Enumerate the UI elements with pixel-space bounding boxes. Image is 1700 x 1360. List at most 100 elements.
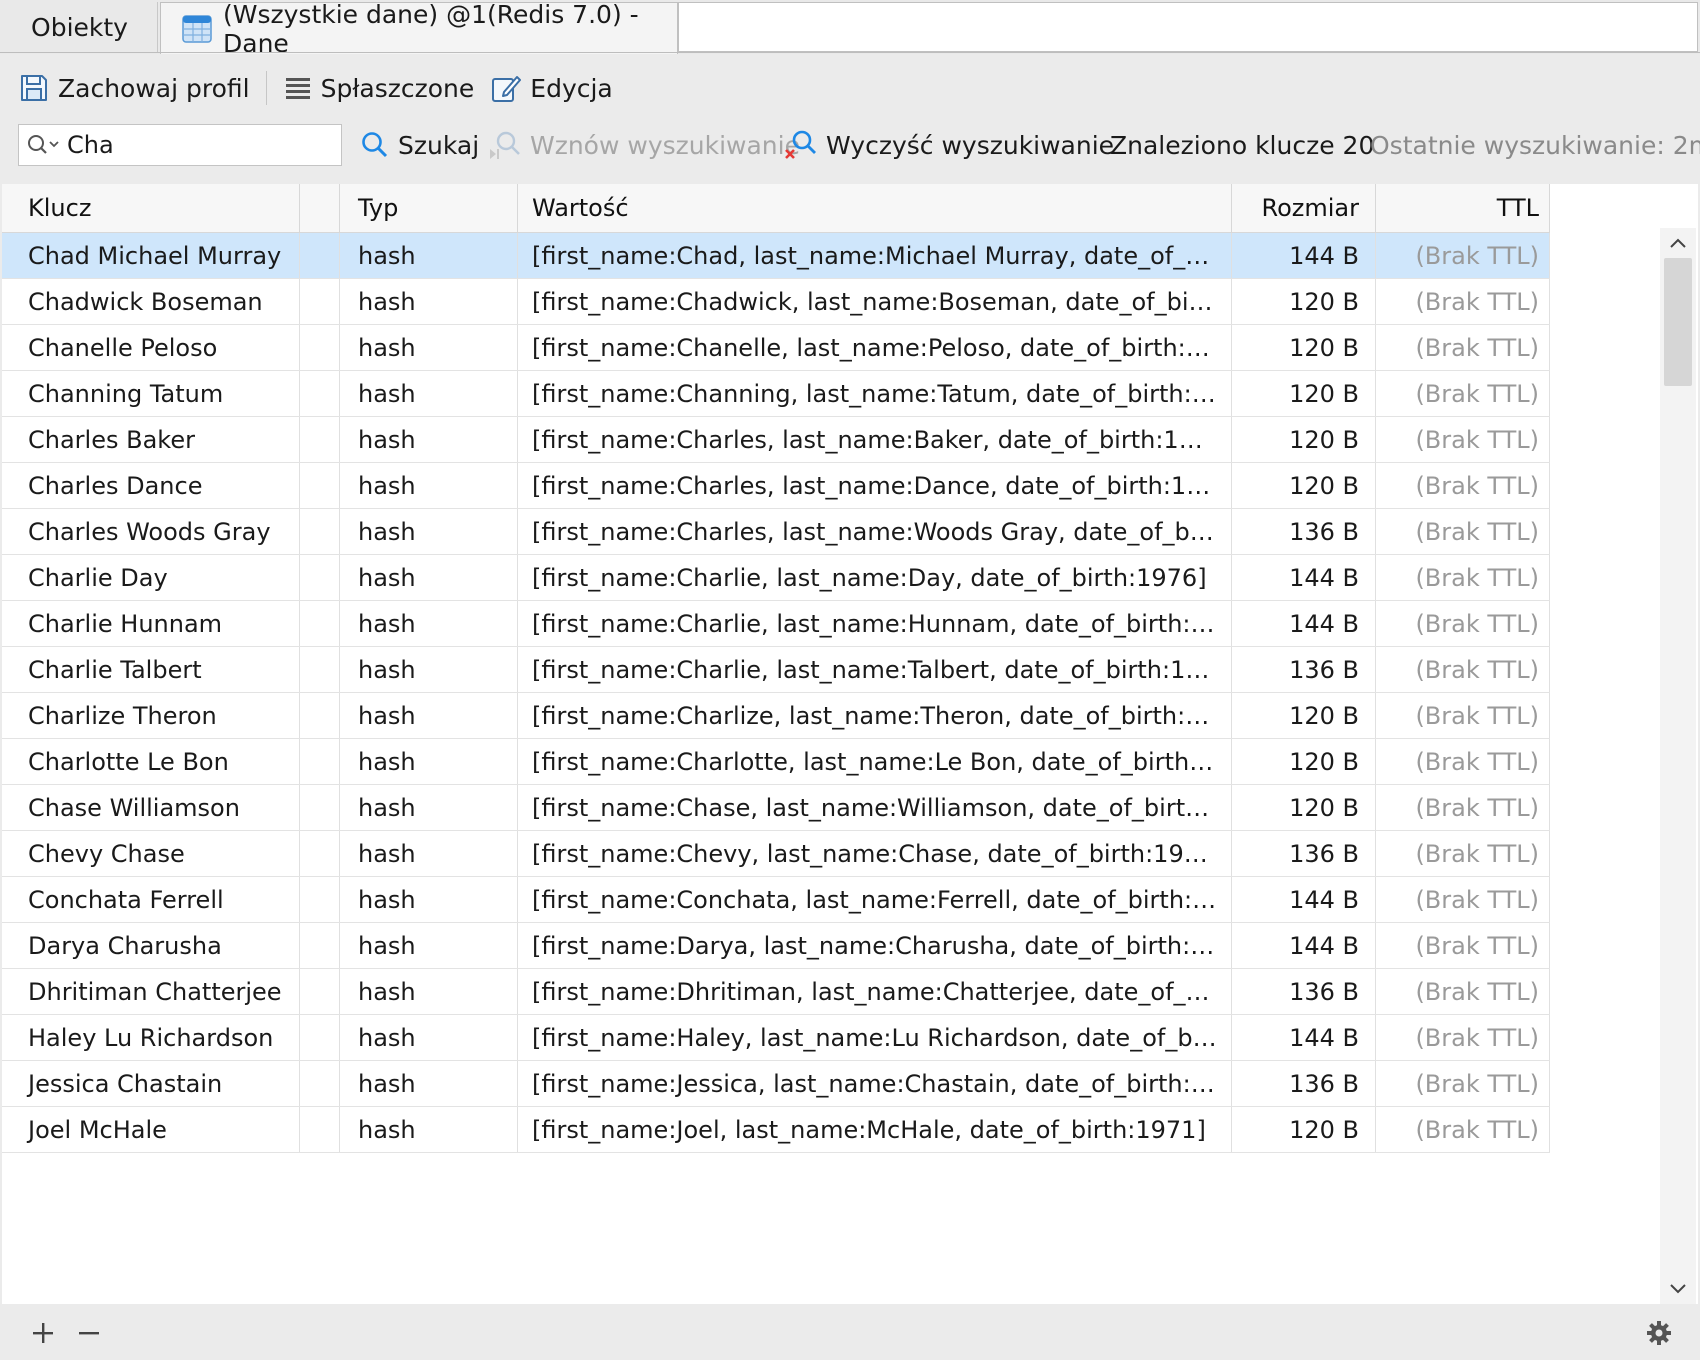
add-key-button[interactable] — [26, 1316, 60, 1350]
cell-key: Channing Tatum — [2, 371, 300, 416]
cell-ttl-text: (Brak TTL) — [1415, 839, 1539, 868]
cell-value-text: [first_name:Conchata, last_name:Ferrell,… — [532, 885, 1217, 914]
settings-button[interactable] — [1642, 1316, 1676, 1350]
clear-search-button[interactable]: Wyczyść wyszukiwanie — [784, 124, 1114, 166]
cell-type-text: hash — [358, 885, 416, 914]
search-field[interactable] — [18, 124, 342, 166]
resume-search-icon — [490, 131, 520, 159]
cell-value: [first_name:Channing, last_name:Tatum, d… — [518, 371, 1232, 416]
scroll-up-icon[interactable] — [1668, 234, 1688, 254]
cell-key-text: Chadwick Boseman — [28, 287, 263, 316]
table-row[interactable]: Chadwick Boseman hash [first_name:Chadwick… — [2, 279, 1550, 325]
column-header-type[interactable]: Typ — [340, 184, 518, 232]
flattened-button[interactable]: Spłaszczone — [275, 66, 483, 110]
cell-value: [first_name:Conchata, last_name:Ferrell,… — [518, 877, 1232, 922]
table-row[interactable]: Chad Michael Murray hash [first_name:Chad,… — [2, 233, 1550, 279]
scroll-down-icon[interactable] — [1668, 1278, 1688, 1298]
cell-size: 144 B — [1232, 877, 1376, 922]
cell-blank — [300, 463, 340, 508]
column-header-key[interactable]: Klucz — [2, 184, 300, 232]
edit-button[interactable]: Edycja — [482, 66, 620, 110]
cell-ttl-text: (Brak TTL) — [1415, 747, 1539, 776]
tab-objects[interactable]: Obiekty — [2, 2, 158, 52]
cell-size-text: 120 B — [1289, 471, 1359, 500]
table-icon — [181, 13, 213, 45]
cell-ttl-text: (Brak TTL) — [1415, 793, 1539, 822]
scrollbar-thumb[interactable] — [1664, 258, 1692, 386]
table-row[interactable]: Jessica Chastain hash [first_name:Jessica,… — [2, 1061, 1550, 1107]
cell-size-text: 120 B — [1289, 379, 1359, 408]
column-header-type-label: Typ — [358, 194, 399, 222]
cell-ttl-text: (Brak TTL) — [1415, 1023, 1539, 1052]
table-row[interactable]: Chase Williamson hash [first_name:Chase, l… — [2, 785, 1550, 831]
cell-value-text: [first_name:Chanelle, last_name:Peloso, … — [532, 333, 1217, 362]
magnifier-dropdown-icon[interactable] — [25, 132, 61, 158]
cell-size-text: 120 B — [1289, 793, 1359, 822]
cell-ttl: (Brak TTL) — [1376, 509, 1550, 554]
cell-value: [first_name:Haley, last_name:Lu Richards… — [518, 1015, 1232, 1060]
tab-data-label: (Wszystkie dane) @1(Redis 7.0) - Dane — [223, 0, 639, 58]
cell-size-text: 136 B — [1289, 655, 1359, 684]
clear-search-icon — [785, 130, 816, 159]
cell-type: hash — [340, 647, 518, 692]
cell-size-text: 120 B — [1289, 333, 1359, 362]
resume-search-button[interactable]: Wznów wyszukiwanie — [488, 124, 800, 166]
table-row[interactable]: Charles Dance hash [first_name:Charles, la… — [2, 463, 1550, 509]
cell-size: 136 B — [1232, 647, 1376, 692]
cell-blank — [300, 555, 340, 600]
cell-blank — [300, 325, 340, 370]
found-keys-count: Znaleziono klucze 20 — [1110, 124, 1374, 166]
cell-size-text: 136 B — [1289, 839, 1359, 868]
table-row[interactable]: Charlotte Le Bon hash [first_name:Charlott… — [2, 739, 1550, 785]
cell-ttl: (Brak TTL) — [1376, 1107, 1550, 1152]
table-row[interactable]: Darya Charusha hash [first_name:Darya, las… — [2, 923, 1550, 969]
cell-type-text: hash — [358, 517, 416, 546]
table-row[interactable]: Charles Baker hash [first_name:Charles, la… — [2, 417, 1550, 463]
remove-key-button[interactable] — [72, 1316, 106, 1350]
cell-key: Darya Charusha — [2, 923, 300, 968]
cell-value: [first_name:Chadwick, last_name:Boseman,… — [518, 279, 1232, 324]
table-row[interactable]: Dhritiman Chatterjee hash [first_name:Dhri… — [2, 969, 1550, 1015]
cell-blank — [300, 371, 340, 416]
column-header-size[interactable]: Rozmiar — [1232, 184, 1376, 232]
table-row[interactable]: Charles Woods Gray hash [first_name:Charle… — [2, 509, 1550, 555]
cell-key: Chanelle Peloso — [2, 325, 300, 370]
table-row[interactable]: Chevy Chase hash [first_name:Chevy, last_n… — [2, 831, 1550, 877]
cell-key: Charles Dance — [2, 463, 300, 508]
column-header-size-label: Rozmiar — [1261, 194, 1360, 222]
table-row[interactable]: Charlie Day hash [first_name:Charlie, last… — [2, 555, 1550, 601]
cell-key-text: Charlie Day — [28, 563, 168, 592]
table-row[interactable]: Conchata Ferrell hash [first_name:Conchata… — [2, 877, 1550, 923]
cell-value-text: [first_name:Charles, last_name:Woods Gra… — [532, 517, 1217, 546]
search-label: Szukaj — [398, 130, 480, 160]
vertical-scrollbar[interactable] — [1660, 228, 1696, 1304]
cell-size: 120 B — [1232, 463, 1376, 508]
save-profile-button[interactable]: Zachowaj profil — [10, 66, 258, 110]
cell-ttl-text: (Brak TTL) — [1415, 701, 1539, 730]
cell-type: hash — [340, 969, 518, 1014]
column-header-blank[interactable] — [300, 184, 340, 232]
cell-size: 136 B — [1232, 969, 1376, 1014]
table-row[interactable]: Channing Tatum hash [first_name:Channing, … — [2, 371, 1550, 417]
cell-ttl: (Brak TTL) — [1376, 693, 1550, 738]
cell-ttl: (Brak TTL) — [1376, 417, 1550, 462]
cell-type: hash — [340, 371, 518, 416]
table-row[interactable]: Joel McHale hash [first_name:Joel, last_na… — [2, 1107, 1550, 1153]
cell-ttl: (Brak TTL) — [1376, 647, 1550, 692]
search-input[interactable] — [67, 131, 317, 159]
table-row[interactable]: Charlie Talbert hash [first_name:Charlie, … — [2, 647, 1550, 693]
column-header-ttl[interactable]: TTL — [1376, 184, 1550, 232]
tab-data[interactable]: (Wszystkie dane) @1(Redis 7.0) - Dane — [160, 0, 678, 58]
cell-size-text: 144 B — [1289, 931, 1359, 960]
cell-value: [first_name:Darya, last_name:Charusha, d… — [518, 923, 1232, 968]
table-row[interactable]: Haley Lu Richardson hash [first_name:Haley… — [2, 1015, 1550, 1061]
cell-value: [first_name:Charlize, last_name:Theron, … — [518, 693, 1232, 738]
found-keys-label: Znaleziono klucze 20 — [1110, 130, 1375, 160]
cell-key-text: Channing Tatum — [28, 379, 224, 408]
table-row[interactable]: Charlize Theron hash [first_name:Charlize,… — [2, 693, 1550, 739]
table-row[interactable]: Charlie Hunnam hash [first_name:Charlie, l… — [2, 601, 1550, 647]
column-header-value[interactable]: Wartość — [518, 184, 1232, 232]
table-row[interactable]: Chanelle Peloso hash [first_name:Chanelle,… — [2, 325, 1550, 371]
search-button[interactable]: Szukaj — [360, 124, 479, 166]
cell-key-text: Charlie Talbert — [28, 655, 202, 684]
